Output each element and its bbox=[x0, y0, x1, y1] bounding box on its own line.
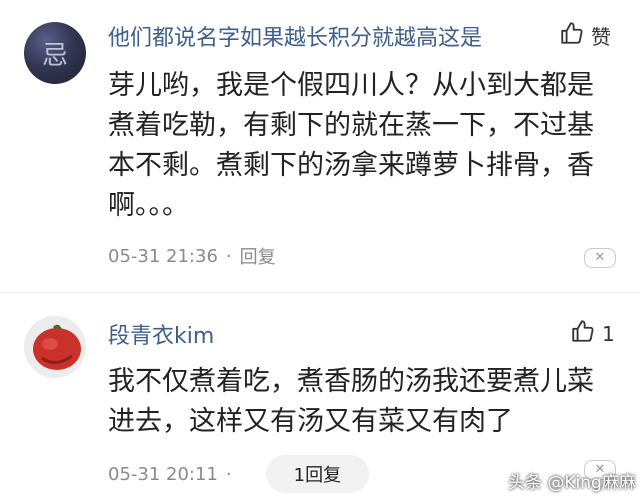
like-button[interactable]: 1 bbox=[570, 318, 615, 349]
timestamp: 05-31 21:36 bbox=[108, 245, 218, 267]
avatar-glyph: 忌 bbox=[41, 40, 68, 71]
thumbs-up-icon bbox=[559, 20, 585, 51]
like-count: 1 bbox=[602, 321, 615, 346]
separator-dot: · bbox=[225, 245, 232, 267]
like-label: 赞 bbox=[591, 25, 611, 49]
avatar[interactable]: 忌 bbox=[24, 22, 86, 84]
comment-meta: 05-31 21:36 · 回复 bbox=[108, 243, 276, 269]
username[interactable]: 段青衣kim bbox=[108, 318, 214, 350]
comment-list: 忌 他们都说名字如果越长积分就越高这是 赞 芽儿哟，我是个假四川人？从小到大都是… bbox=[0, 0, 640, 503]
comment-meta: 05-31 20:11 · 1回复 bbox=[108, 455, 370, 493]
thumbs-up-icon bbox=[570, 318, 596, 349]
comment-item: 忌 他们都说名字如果越长积分就越高这是 赞 芽儿哟，我是个假四川人？从小到大都是… bbox=[0, 0, 640, 292]
watermark: 头条 @King麻麻 bbox=[508, 473, 636, 493]
close-icon[interactable]: ✕ bbox=[584, 248, 616, 268]
like-button[interactable]: 赞 bbox=[559, 20, 611, 51]
reply-button[interactable]: 回复 bbox=[240, 243, 276, 269]
avatar[interactable] bbox=[24, 316, 86, 378]
comment-text: 芽儿哟，我是个假四川人？从小到大都是煮着吃勒，有剩下的就在蒸一下，不过基本不剩。… bbox=[108, 70, 594, 221]
username[interactable]: 他们都说名字如果越长积分就越高这是 bbox=[108, 20, 482, 52]
timestamp: 05-31 20:11 bbox=[108, 463, 218, 485]
reply-count-button[interactable]: 1回复 bbox=[265, 455, 370, 493]
comment-text: 我不仅煮着吃，煮香肠的汤我还要煮儿菜进去，这样又有汤又有菜又有肉了 bbox=[108, 366, 594, 437]
separator-dot: · bbox=[225, 463, 232, 485]
